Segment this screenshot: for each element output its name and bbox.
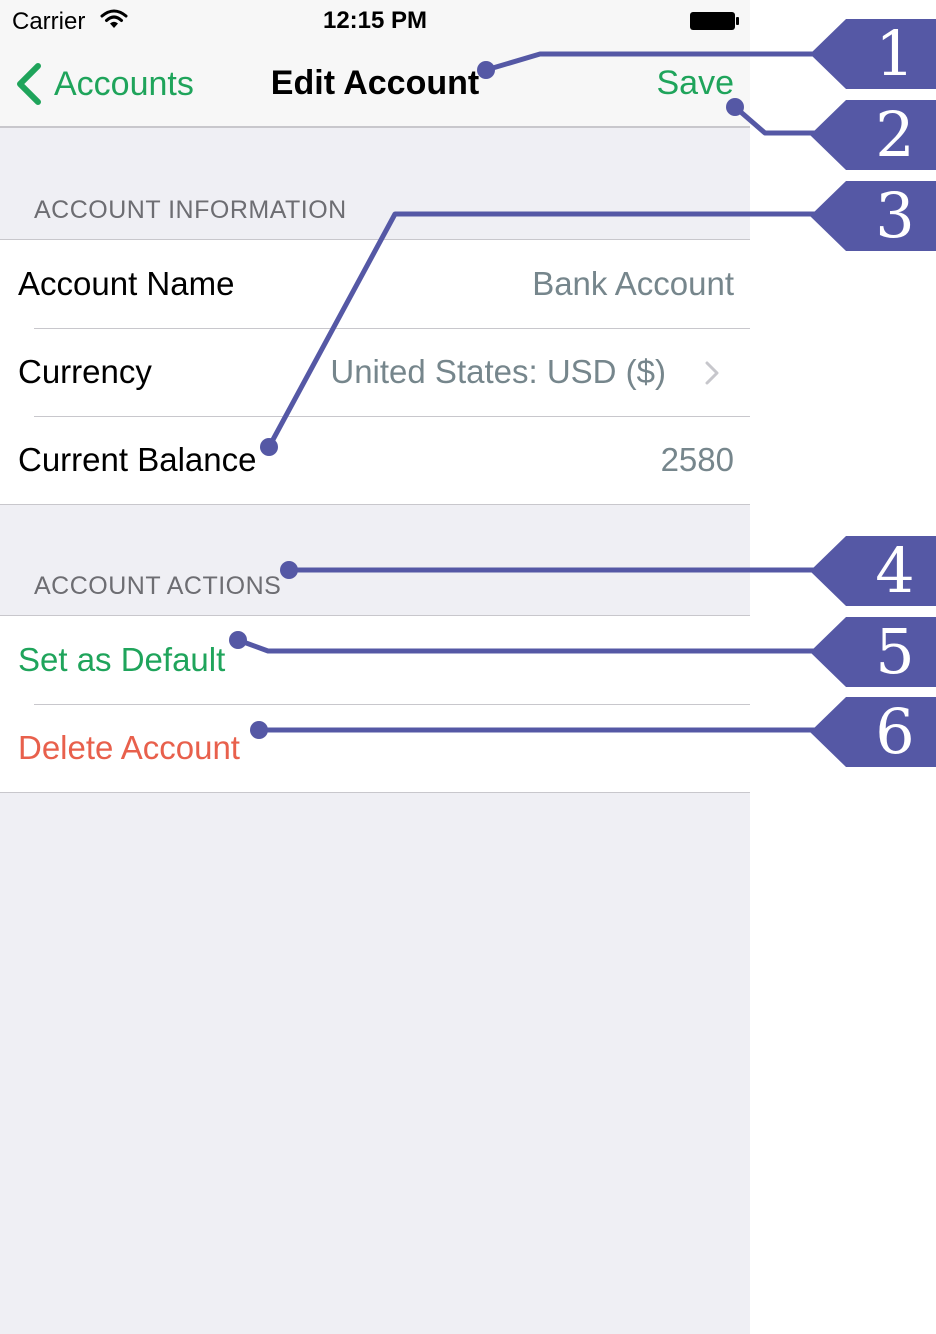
- section-header-account-information: ACCOUNT INFORMATION: [34, 196, 347, 224]
- callout-tag-6: 6: [810, 697, 936, 767]
- set-as-default-button[interactable]: Set as Default: [18, 616, 225, 704]
- delete-account-row[interactable]: Delete Account: [0, 704, 750, 792]
- account-name-row[interactable]: Account Name Bank Account: [0, 240, 750, 328]
- battery-icon: [690, 12, 739, 30]
- phone-screen: Carrier 12:15 PM Accounts Edit Account S…: [0, 0, 750, 1334]
- callout-number-5: 5: [875, 615, 915, 688]
- currency-row[interactable]: Currency United States: USD ($): [0, 328, 750, 416]
- callout-tag-1: 1: [810, 19, 936, 89]
- status-bar: Carrier 12:15 PM: [0, 0, 750, 40]
- account-name-value[interactable]: Bank Account: [532, 240, 734, 328]
- current-balance-row[interactable]: Current Balance 2580: [0, 416, 750, 504]
- callout-number-1: 1: [875, 17, 915, 90]
- status-time: 12:15 PM: [322, 7, 428, 34]
- save-button[interactable]: Save: [657, 64, 735, 103]
- navigation-bar: Accounts Edit Account Save: [0, 40, 750, 128]
- callout-number-6: 6: [875, 695, 915, 768]
- callout-number-2: 2: [875, 98, 915, 171]
- current-balance-value[interactable]: 2580: [661, 416, 734, 504]
- callout-tag-2: 2: [810, 100, 936, 170]
- section-header-account-actions: ACCOUNT ACTIONS: [34, 572, 282, 600]
- callout-tag-3: 3: [810, 181, 936, 251]
- delete-account-button[interactable]: Delete Account: [18, 704, 240, 792]
- callout-tag-4: 4: [810, 536, 936, 606]
- account-name-label: Account Name: [18, 265, 235, 302]
- callout-tag-5: 5: [810, 617, 936, 687]
- page-title: Edit Account: [270, 64, 480, 102]
- current-balance-label: Current Balance: [18, 441, 257, 478]
- currency-value: United States: USD ($): [330, 353, 666, 390]
- currency-label: Currency: [18, 353, 152, 390]
- account-actions-group: Set as Default Delete Account: [0, 615, 750, 793]
- callout-number-4: 4: [875, 534, 915, 607]
- account-information-group: Account Name Bank Account Currency Unite…: [0, 239, 750, 505]
- callout-number-3: 3: [875, 179, 915, 252]
- chevron-right-icon: [705, 361, 719, 385]
- set-as-default-row[interactable]: Set as Default: [0, 616, 750, 704]
